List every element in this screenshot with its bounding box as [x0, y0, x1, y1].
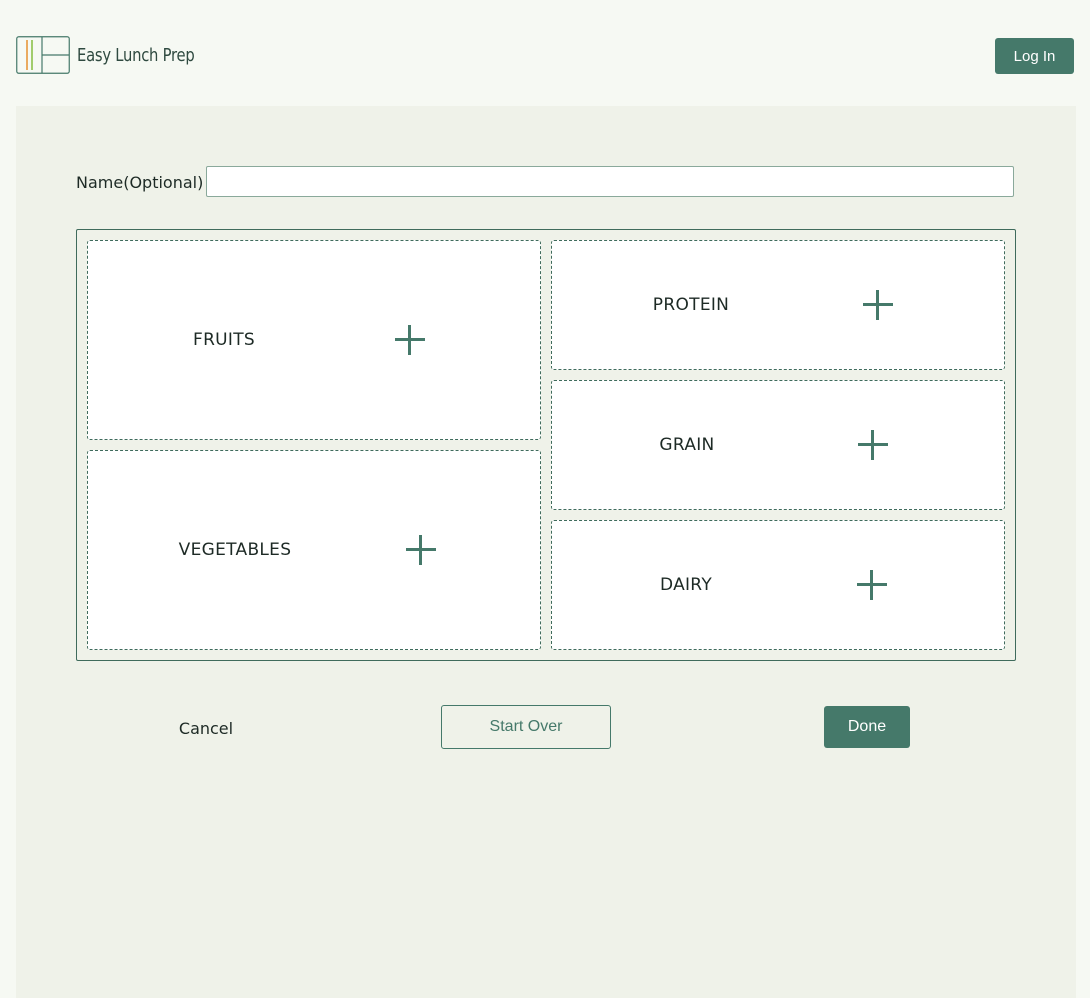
logo[interactable]: Easy Lunch Prep — [16, 36, 220, 74]
fruits-label: FRUITS — [192, 330, 256, 350]
grain-label: GRAIN — [659, 435, 715, 455]
protein-label: PROTEIN — [652, 295, 730, 315]
lunch-tray: FRUITS VEGETABLES PROTEIN GRAIN DAIRY — [76, 229, 1016, 661]
protein-slot[interactable]: PROTEIN — [551, 240, 1005, 370]
name-input[interactable] — [206, 166, 1014, 197]
name-label: Name(Optional) — [76, 173, 204, 192]
vegetables-slot[interactable]: VEGETABLES — [87, 450, 541, 650]
top-bar: Easy Lunch Prep Log In — [0, 0, 1090, 106]
plus-icon[interactable] — [857, 570, 887, 600]
done-button[interactable]: Done — [824, 706, 910, 748]
dairy-label: DAIRY — [659, 575, 713, 595]
vegetables-label: VEGETABLES — [178, 540, 292, 560]
start-over-button[interactable]: Start Over — [441, 705, 611, 749]
plus-icon[interactable] — [863, 290, 893, 320]
login-button[interactable]: Log In — [995, 38, 1074, 74]
plus-icon[interactable] — [395, 325, 425, 355]
cancel-button[interactable]: Cancel — [166, 716, 246, 740]
plus-icon[interactable] — [406, 535, 436, 565]
dairy-slot[interactable]: DAIRY — [551, 520, 1005, 650]
app-title: Easy Lunch Prep — [77, 44, 195, 66]
lunch-tray-logo-icon — [16, 36, 70, 74]
grain-slot[interactable]: GRAIN — [551, 380, 1005, 510]
fruits-slot[interactable]: FRUITS — [87, 240, 541, 440]
lunch-builder-panel: Name(Optional) FRUITS VEGETABLES PROTEIN… — [16, 106, 1076, 998]
plus-icon[interactable] — [858, 430, 888, 460]
